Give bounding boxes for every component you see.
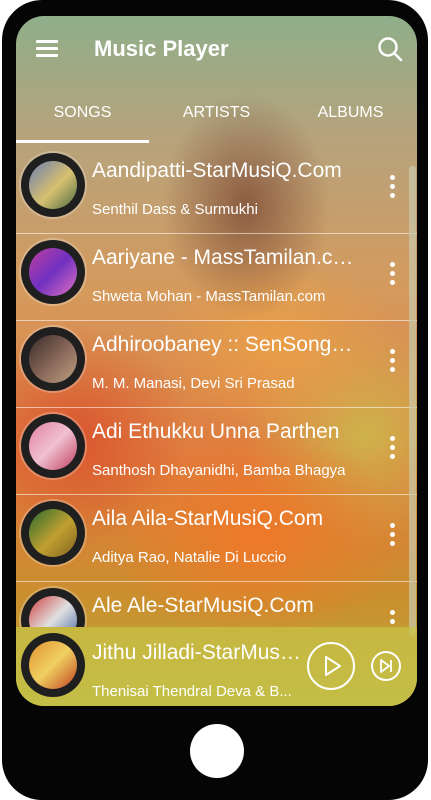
album-art-icon [21, 414, 85, 478]
album-art-icon [21, 327, 85, 391]
song-row[interactable]: Aariyane - MassTamilan.com Shweta Mohan … [16, 234, 417, 321]
skip-next-button[interactable] [371, 651, 401, 681]
song-row[interactable]: Adhiroobaney :: SenSongsMp3.Co M. M. Man… [16, 321, 417, 408]
now-playing-artist: Thenisai Thendral Deva & B... [92, 683, 292, 700]
song-row[interactable]: Aandipatti-StarMusiQ.Com Senthil Dass & … [16, 147, 417, 234]
more-vert-icon[interactable] [384, 175, 400, 201]
more-vert-icon[interactable] [384, 523, 400, 549]
song-artist: M. M. Manasi, Devi Sri Prasad [92, 375, 295, 392]
song-title: Aandipatti-StarMusiQ.Com [92, 159, 342, 182]
app-screen: Music Player SONGS ARTISTS ALBUMS Aandip… [16, 16, 417, 706]
album-art-icon [21, 240, 85, 304]
tab-albums[interactable]: ALBUMS [284, 104, 417, 122]
more-vert-icon[interactable] [384, 262, 400, 288]
more-vert-icon[interactable] [384, 349, 400, 375]
song-list[interactable]: Aandipatti-StarMusiQ.Com Senthil Dass & … [16, 147, 417, 627]
scrollbar[interactable] [409, 166, 416, 636]
home-button[interactable] [190, 724, 244, 778]
now-playing-title: Jithu Jilladi-StarMusiQ.Com [92, 641, 302, 664]
song-row[interactable]: Ale Ale-StarMusiQ.Com [16, 582, 417, 627]
tab-bar: SONGS ARTISTS ALBUMS [16, 94, 417, 142]
song-artist: Senthil Dass & Surmukhi [92, 201, 258, 218]
app-title: Music Player [94, 36, 229, 61]
song-row[interactable]: Aila Aila-StarMusiQ.Com Aditya Rao, Nata… [16, 495, 417, 582]
tab-songs[interactable]: SONGS [16, 104, 149, 122]
search-icon[interactable] [377, 36, 403, 62]
song-artist: Shweta Mohan - MassTamilan.com [92, 288, 326, 305]
more-vert-icon[interactable] [384, 436, 400, 462]
song-title: Adi Ethukku Unna Parthen [92, 420, 340, 443]
song-artist: Santhosh Dhayanidhi, Bamba Bhagya [92, 462, 346, 479]
song-title: Ale Ale-StarMusiQ.Com [92, 594, 314, 617]
album-art-icon [21, 633, 85, 697]
tab-artists[interactable]: ARTISTS [149, 104, 284, 122]
skip-next-icon [380, 659, 392, 673]
now-playing-bar[interactable]: Jithu Jilladi-StarMusiQ.Com Thenisai The… [16, 627, 417, 706]
album-art-icon [21, 153, 85, 217]
active-tab-indicator [16, 140, 149, 143]
album-art-icon [21, 588, 85, 627]
song-title: Aariyane - MassTamilan.com [92, 246, 360, 269]
album-art-icon [21, 501, 85, 565]
play-button[interactable] [307, 642, 355, 690]
top-app-bar: Music Player [16, 16, 417, 86]
song-row[interactable]: Adi Ethukku Unna Parthen Santhosh Dhayan… [16, 408, 417, 495]
phone-frame: Music Player SONGS ARTISTS ALBUMS Aandip… [2, 0, 428, 800]
song-title: Aila Aila-StarMusiQ.Com [92, 507, 324, 530]
play-icon [325, 656, 341, 676]
more-vert-icon[interactable] [384, 610, 400, 627]
song-title: Adhiroobaney :: SenSongsMp3.Co [92, 333, 360, 356]
menu-icon[interactable] [36, 40, 58, 58]
song-artist: Aditya Rao, Natalie Di Luccio [92, 549, 287, 566]
